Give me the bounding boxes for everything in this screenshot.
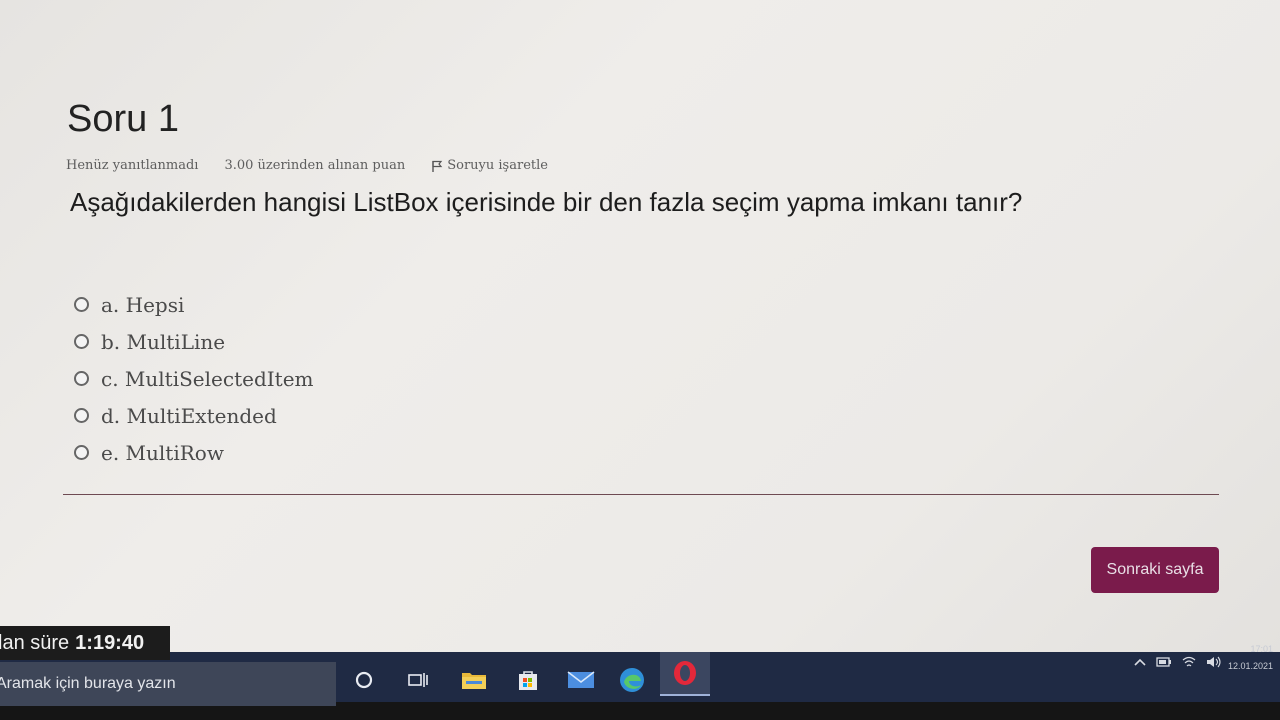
quiz-page: Soru 1 Henüz yanıtlanmadı 3.00 üzerinden… (0, 0, 1280, 650)
next-page-button[interactable]: Sonraki sayfa (1091, 547, 1219, 593)
flag-question-label: Soruyu işaretle (447, 158, 548, 173)
cortana-icon[interactable] (344, 660, 384, 700)
radio-a[interactable] (74, 297, 89, 312)
option-c[interactable]: c. MultiSelectedItem (74, 360, 314, 397)
time-remaining-block: lan süre 1:19:40 (0, 626, 170, 660)
volume-icon[interactable] (1206, 656, 1222, 671)
taskbar-search-placeholder: Aramak için buraya yazın (0, 675, 176, 692)
option-e[interactable]: e. MultiRow (74, 434, 314, 471)
option-d[interactable]: d. MultiExtended (74, 397, 314, 434)
question-text: Aşağıdakilerden hangisi ListBox içerisin… (70, 187, 1023, 217)
flag-question-link[interactable]: Soruyu işaretle (431, 158, 548, 173)
timer-label: lan süre (0, 631, 70, 654)
option-a-label: a. Hepsi (101, 292, 185, 317)
option-e-label: e. MultiRow (101, 440, 224, 465)
radio-e[interactable] (74, 445, 89, 460)
clock-time: 17:01 (1250, 644, 1274, 654)
clock-date: 12.01.2021 (1228, 661, 1274, 671)
wifi-icon[interactable] (1182, 656, 1196, 671)
mail-icon[interactable] (561, 660, 601, 700)
edge-icon[interactable] (612, 660, 652, 700)
question-title: Soru 1 (67, 98, 179, 140)
flag-icon (432, 160, 443, 172)
radio-d[interactable] (74, 408, 89, 423)
file-explorer-icon[interactable] (454, 660, 494, 700)
chevron-up-icon[interactable] (1134, 656, 1146, 670)
opera-icon[interactable] (660, 652, 710, 696)
store-icon[interactable] (508, 660, 548, 700)
divider (63, 494, 1219, 495)
taskbar-search-box[interactable]: Aramak için buraya yazın (0, 662, 336, 706)
question-points: 3.00 üzerinden alınan puan (224, 158, 406, 173)
radio-c[interactable] (74, 371, 89, 386)
option-d-label: d. MultiExtended (101, 403, 277, 428)
option-b-label: b. MultiLine (101, 329, 226, 354)
question-info: Henüz yanıtlanmadı 3.00 üzerinden alınan… (66, 158, 548, 173)
question-status: Henüz yanıtlanmadı (66, 158, 199, 173)
system-tray (1134, 648, 1222, 678)
radio-b[interactable] (74, 334, 89, 349)
taskbar-clock[interactable]: 17:01 12.01.2021 (1228, 641, 1273, 675)
option-c-label: c. MultiSelectedItem (101, 366, 314, 391)
option-b[interactable]: b. MultiLine (74, 323, 314, 360)
option-a[interactable]: a. Hepsi (74, 286, 314, 323)
battery-icon[interactable] (1156, 656, 1172, 670)
task-view-icon[interactable] (398, 660, 438, 700)
timer-value: 1:19:40 (75, 631, 145, 654)
answer-options: a. Hepsi b. MultiLine c. MultiSelectedIt… (74, 286, 314, 471)
